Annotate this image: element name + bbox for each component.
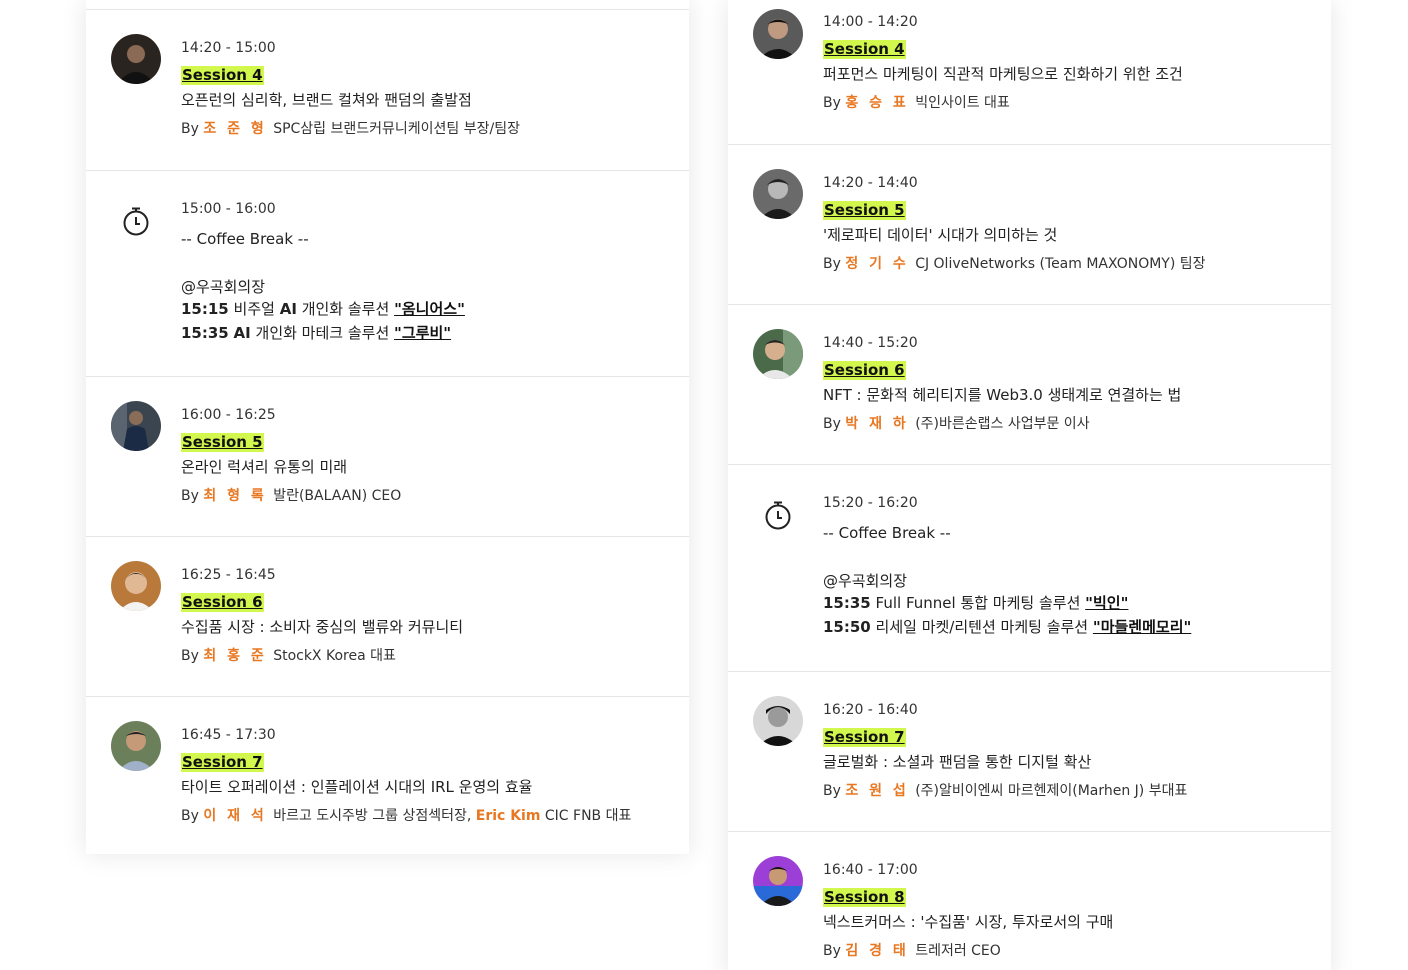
- break-title: -- Coffee Break --: [181, 230, 309, 248]
- speaker-role: 발란(BALAAN) CEO: [273, 488, 402, 504]
- session-time: 14:00 - 14:20: [823, 14, 918, 30]
- speaker-line: By 조 준 형 SPC삼립 브랜드커뮤니케이션팀 부장/팀장: [181, 119, 669, 139]
- session-label[interactable]: Session 8: [823, 888, 906, 907]
- speaker-avatar: [753, 329, 803, 379]
- promo-line: 15:50 리세일 마켓/리텐션 마케팅 솔루션 "마들렌메모리": [823, 618, 1192, 636]
- promo-link[interactable]: "그루비": [394, 324, 451, 342]
- session-title: '제로파티 데이터' 시대가 의미하는 것: [823, 226, 1058, 244]
- speaker-line: By 정 기 수 CJ OliveNetworks (Team MAXONOMY…: [823, 256, 1206, 272]
- promo-link[interactable]: "옴니어스": [394, 300, 465, 318]
- speaker-avatar: [111, 34, 161, 84]
- speaker-avatar: [753, 9, 803, 59]
- speaker-name: 박 재 하: [845, 416, 909, 432]
- speaker-name-2: Eric Kim: [475, 808, 541, 824]
- session-label[interactable]: Session 4: [181, 66, 264, 85]
- speaker-name: 정 기 수: [845, 256, 909, 272]
- session-item: 16:25 - 16:45 Session 6 수집품 시장 : 소비자 중심의…: [86, 536, 689, 696]
- break-venue: @우곡회의장: [823, 572, 908, 590]
- stopwatch-icon: [122, 206, 150, 236]
- speaker-avatar: [111, 561, 161, 611]
- session-label[interactable]: Session 7: [823, 728, 906, 747]
- session-label[interactable]: Session 4: [823, 40, 906, 59]
- schedule-column-right: 14:00 - 14:20 Session 4 퍼포먼스 마케팅이 직관적 마케…: [728, 0, 1331, 970]
- speaker-avatar: [111, 401, 161, 451]
- speaker-avatar: [753, 856, 803, 906]
- session-time: 14:20 - 14:40: [823, 175, 918, 191]
- session-time: 16:20 - 16:40: [823, 702, 918, 718]
- speaker-line: By 김 경 태 트레저러 CEO: [823, 943, 1001, 959]
- break-time: 15:00 - 16:00: [181, 201, 276, 217]
- session-time: 16:25 - 16:45: [181, 567, 276, 583]
- speaker-role: StockX Korea 대표: [273, 648, 396, 664]
- speaker-name: 최 홍 준: [203, 648, 267, 664]
- session-title: 글로벌화 : 소셜과 팬덤을 통한 디지털 확산: [823, 753, 1092, 771]
- speaker-role: 바르고 도시주방 그룹 상점섹터장,: [273, 808, 472, 824]
- coffee-break-item: 15:00 - 16:00 -- Coffee Break -- @우곡회의장 …: [86, 170, 689, 376]
- speaker-line: By 최 형 록 발란(BALAAN) CEO: [181, 488, 402, 504]
- session-title: 수집품 시장 : 소비자 중심의 밸류와 커뮤니티: [181, 618, 464, 636]
- speaker-line: By 이 재 석 바르고 도시주방 그룹 상점섹터장, Eric Kim CIC…: [181, 808, 632, 824]
- promo-link[interactable]: "빅인": [1085, 594, 1128, 612]
- session-time: 14:40 - 15:20: [823, 335, 918, 351]
- session-item: 16:45 - 17:30 Session 7 타이트 오퍼레이션 : 인플레이…: [86, 696, 689, 854]
- speaker-role: 빅인사이트 대표: [915, 95, 1010, 111]
- session-item: 16:40 - 17:00 Session 8 넥스트커머스 : '수집품' 시…: [728, 831, 1331, 970]
- schedule-column-left: 14:20 - 15:00 Session 4 오픈런의 심리학, 브랜드 컬쳐…: [86, 0, 689, 854]
- session-title: 타이트 오퍼레이션 : 인플레이션 시대의 IRL 운영의 효율: [181, 778, 533, 796]
- speaker-role: 트레저러 CEO: [915, 943, 1001, 959]
- speaker-name: 조 준 형: [203, 121, 267, 137]
- promo-line: 15:35 AI 개인화 마테크 솔루션 "그루비": [181, 324, 452, 342]
- session-title: NFT : 문화적 헤리티지를 Web3.0 생태계로 연결하는 법: [823, 386, 1182, 404]
- session-label[interactable]: Session 5: [823, 201, 906, 220]
- stopwatch-icon: [764, 500, 792, 530]
- by-label: By: [181, 121, 199, 137]
- speaker-avatar: [111, 721, 161, 771]
- promo-line: 15:15 비주얼 AI 개인화 솔루션 "옴니어스": [181, 300, 465, 318]
- speaker-role-2: CIC FNB 대표: [544, 808, 632, 824]
- session-label[interactable]: Session 6: [823, 361, 906, 380]
- speaker-name: 조 원 섭: [845, 783, 909, 799]
- speaker-role: (주)알비이엔씨 마르헨제이(Marhen J) 부대표: [915, 783, 1188, 799]
- session-title: 퍼포먼스 마케팅이 직관적 마케팅으로 진화하기 위한 조건: [823, 65, 1183, 83]
- promo-link[interactable]: "마들렌메모리": [1093, 618, 1191, 636]
- speaker-role: (주)바른손랩스 사업부문 이사: [915, 416, 1090, 432]
- speaker-line: By 홍 승 표 빅인사이트 대표: [823, 95, 1010, 111]
- session-item: 16:20 - 16:40 Session 7 글로벌화 : 소셜과 팬덤을 통…: [728, 671, 1331, 831]
- speaker-line: By 최 홍 준 StockX Korea 대표: [181, 648, 396, 664]
- session-time: 16:00 - 16:25: [181, 407, 276, 423]
- speaker-line: By 조 원 섭 (주)알비이엔씨 마르헨제이(Marhen J) 부대표: [823, 783, 1188, 799]
- session-label[interactable]: Session 6: [181, 593, 264, 612]
- speaker-role: SPC삼립 브랜드커뮤니케이션팀 부장/팀장: [273, 121, 520, 137]
- speaker-avatar: [753, 696, 803, 746]
- break-title: -- Coffee Break --: [823, 524, 951, 542]
- session-time: 16:40 - 17:00: [823, 862, 918, 878]
- speaker-name: 최 형 록: [203, 488, 267, 504]
- break-time: 15:20 - 16:20: [823, 495, 918, 511]
- break-venue: @우곡회의장: [181, 278, 266, 296]
- promo-line: 15:35 Full Funnel 통합 마케팅 솔루션 "빅인": [823, 594, 1129, 612]
- speaker-name: 홍 승 표: [845, 95, 909, 111]
- session-time: 16:45 - 17:30: [181, 727, 276, 743]
- session-time: 14:20 - 15:00: [181, 40, 276, 56]
- session-item: 16:00 - 16:25 Session 5 온라인 럭셔리 유통의 미래 B…: [86, 376, 689, 536]
- session-title: 온라인 럭셔리 유통의 미래: [181, 458, 348, 476]
- speaker-line: By 박 재 하 (주)바른손랩스 사업부문 이사: [823, 416, 1090, 432]
- session-item: 14:20 - 15:00 Session 4 오픈런의 심리학, 브랜드 컬쳐…: [86, 10, 689, 170]
- coffee-break-item: 15:20 - 16:20 -- Coffee Break -- @우곡회의장 …: [728, 464, 1331, 671]
- session-title: 넥스트커머스 : '수집품' 시장, 투자로서의 구매: [823, 913, 1114, 931]
- session-item: 14:00 - 14:20 Session 4 퍼포먼스 마케팅이 직관적 마케…: [728, 0, 1331, 144]
- speaker-role: CJ OliveNetworks (Team MAXONOMY) 팀장: [915, 256, 1206, 272]
- session-title: 오픈런의 심리학, 브랜드 컬쳐와 팬덤의 출발점: [181, 91, 472, 109]
- speaker-avatar: [753, 169, 803, 219]
- session-item: 14:20 - 14:40 Session 5 '제로파티 데이터' 시대가 의…: [728, 144, 1331, 304]
- speaker-name: 이 재 석: [203, 808, 267, 824]
- session-item: 14:40 - 15:20 Session 6 NFT : 문화적 헤리티지를 …: [728, 304, 1331, 464]
- session-label[interactable]: Session 7: [181, 753, 264, 772]
- speaker-name: 김 경 태: [845, 943, 909, 959]
- session-label[interactable]: Session 5: [181, 433, 264, 452]
